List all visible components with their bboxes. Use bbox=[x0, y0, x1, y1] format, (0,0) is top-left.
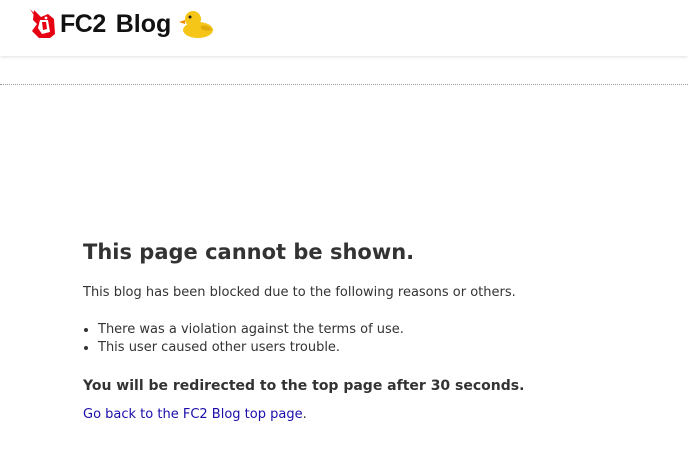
error-content: This page cannot be shown. This blog has… bbox=[83, 238, 673, 424]
logo-fc2-text: FC2 bbox=[60, 9, 106, 38]
logo-blog-text: Blog bbox=[115, 9, 172, 38]
header-divider bbox=[0, 84, 688, 85]
list-item: There was a violation against the terms … bbox=[84, 321, 673, 339]
fc2-blog-logo-link[interactable]: FC2 Blog bbox=[28, 6, 215, 42]
redirect-notice: You will be redirected to the top page a… bbox=[83, 378, 525, 394]
back-link-period: . bbox=[302, 407, 307, 422]
back-link-line: Go back to the FC2 Blog top page. bbox=[83, 406, 673, 424]
rubber-duck-icon bbox=[179, 11, 214, 38]
site-header: FC2 Blog bbox=[0, 0, 688, 56]
reason-intro-text: This blog has been blocked due to the fo… bbox=[83, 285, 516, 300]
reason-list: There was a violation against the terms … bbox=[83, 321, 673, 357]
page-title: This page cannot be shown. bbox=[83, 240, 415, 264]
fc2-unicorn-icon bbox=[30, 9, 55, 38]
list-item: This user caused other users trouble. bbox=[84, 339, 673, 357]
back-to-top-link[interactable]: Go back to the FC2 Blog top page bbox=[83, 407, 303, 422]
